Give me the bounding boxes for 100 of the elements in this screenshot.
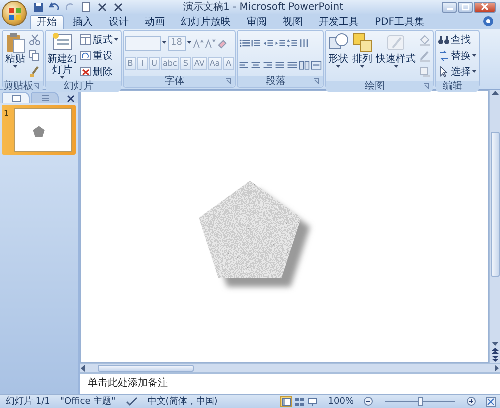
scroll-right-icon: [494, 364, 500, 372]
window-title: 演示文稿1 - Microsoft PowerPoint: [182, 0, 345, 14]
caret-icon: [162, 41, 167, 45]
group-label: 编辑: [443, 81, 464, 92]
reset-icon: [80, 50, 92, 62]
text-direction-icon: [299, 38, 310, 48]
close-icon: [480, 3, 490, 11]
notes-field[interactable]: 单击此处添加备注: [80, 374, 500, 394]
zoom-in-button[interactable]: [467, 397, 476, 406]
ribbon-tab[interactable]: 开发工具: [312, 15, 366, 29]
toolbar-button[interactable]: [96, 2, 109, 12]
align-center-icon: [251, 60, 262, 70]
redo-icon: [65, 2, 76, 12]
view-button[interactable]: [306, 396, 318, 407]
spellcheck-icon: [126, 396, 138, 406]
ribbon-tab[interactable]: 开始: [30, 15, 64, 29]
ribbon-button[interactable]: 粘贴: [4, 32, 27, 69]
scroll-down-icon: [492, 341, 498, 347]
scroll-thumb[interactable]: [98, 364, 194, 372]
fill-icon: [419, 34, 432, 46]
ribbon-button[interactable]: 新建幻灯片: [47, 32, 78, 80]
launcher-icon: [313, 78, 320, 85]
ribbon-tab[interactable]: 幻灯片放映: [174, 15, 238, 29]
grow-font-icon: [193, 38, 204, 48]
ribbon-tab[interactable]: 视图: [276, 15, 310, 29]
ribbon-button[interactable]: 排列: [351, 32, 374, 69]
clipboard-icon: [4, 32, 26, 54]
document-icon: [81, 2, 92, 12]
brush-icon: [29, 66, 41, 78]
zoom-level: 100%: [328, 396, 354, 408]
ribbon-tab[interactable]: 动画: [138, 15, 172, 29]
group-label: 字体: [165, 76, 186, 87]
minus-icon: [364, 397, 373, 406]
minimize-button[interactable]: [442, 2, 457, 12]
zoom-thumb[interactable]: [418, 397, 423, 406]
ribbon-button[interactable]: 替换: [437, 48, 478, 64]
columns-icon: [299, 60, 310, 70]
shrink-font-icon: [205, 38, 216, 48]
office-button[interactable]: [2, 1, 27, 26]
view-button[interactable]: [280, 396, 292, 407]
sorter-view-icon: [294, 398, 304, 406]
layout-icon: [80, 34, 92, 46]
caret-icon: [187, 41, 192, 45]
launcher-icon: [423, 83, 430, 90]
ribbon-icon-button[interactable]: [28, 48, 42, 64]
replace-icon: [438, 50, 450, 62]
ribbon-button[interactable]: 形状: [327, 32, 350, 69]
slide-number: 1: [4, 108, 10, 120]
scroll-thumb[interactable]: [490, 132, 500, 277]
slides-icon: [12, 94, 20, 102]
ribbon-icon-button[interactable]: [28, 32, 42, 48]
group-label: 段落: [266, 76, 286, 87]
font-name-field[interactable]: [125, 36, 161, 50]
zoom-out-button[interactable]: [364, 397, 373, 406]
dialog-launcher[interactable]: [224, 78, 234, 85]
effects-icon: [419, 66, 432, 78]
previous-slide-icon: [492, 347, 498, 355]
close-button[interactable]: [474, 2, 496, 12]
help-button[interactable]: [482, 15, 495, 27]
justify-icon: [275, 60, 286, 70]
launcher-icon: [33, 83, 40, 90]
align-left-icon: [239, 60, 250, 70]
eraser-icon: [217, 38, 228, 48]
view-button[interactable]: [293, 396, 306, 407]
toolbar-button[interactable]: [112, 2, 125, 12]
fit-window-button[interactable]: [486, 396, 496, 406]
binoculars-icon: [438, 34, 450, 46]
pentagon-shape: [33, 126, 45, 138]
pane-tab[interactable]: [31, 92, 59, 103]
ribbon-button[interactable]: 查找: [437, 32, 478, 48]
toolbar-button[interactable]: [48, 2, 61, 12]
outdent-icon: [263, 38, 274, 48]
close-icon: [97, 2, 108, 12]
ribbon-tab[interactable]: PDF工具集: [368, 15, 432, 29]
maximize-icon: [460, 3, 470, 11]
dialog-launcher[interactable]: [422, 83, 432, 90]
group-label: 剪贴板: [4, 81, 34, 92]
ribbon-button[interactable]: 删除: [79, 64, 120, 80]
maximize-button[interactable]: [458, 2, 473, 12]
toolbar-button[interactable]: [32, 2, 45, 12]
pane-tab[interactable]: [2, 92, 30, 103]
toolbar-button[interactable]: [80, 2, 93, 12]
slide-thumbnail[interactable]: 1: [2, 105, 76, 155]
ribbon-tab[interactable]: 设计: [102, 15, 136, 29]
next-slide-icon: [492, 355, 498, 363]
ribbon-tab[interactable]: 插入: [66, 15, 100, 29]
ribbon-button[interactable]: 选择: [437, 64, 478, 80]
group-label: 幻灯片: [64, 81, 94, 92]
dialog-launcher[interactable]: [32, 83, 41, 90]
save-icon: [33, 2, 44, 12]
numbering-icon: [251, 38, 262, 48]
ribbon-tab[interactable]: 审阅: [240, 15, 274, 29]
ribbon-button[interactable]: 版式: [79, 32, 120, 48]
ribbon-button[interactable]: 快速样式: [375, 32, 418, 69]
fit-window-icon: [486, 396, 496, 406]
ribbon-button[interactable]: 重设: [79, 48, 120, 64]
bullets-icon: [239, 38, 250, 48]
dialog-launcher[interactable]: [312, 78, 322, 85]
pane-close-button[interactable]: [67, 95, 75, 103]
undo-icon: [49, 2, 60, 12]
